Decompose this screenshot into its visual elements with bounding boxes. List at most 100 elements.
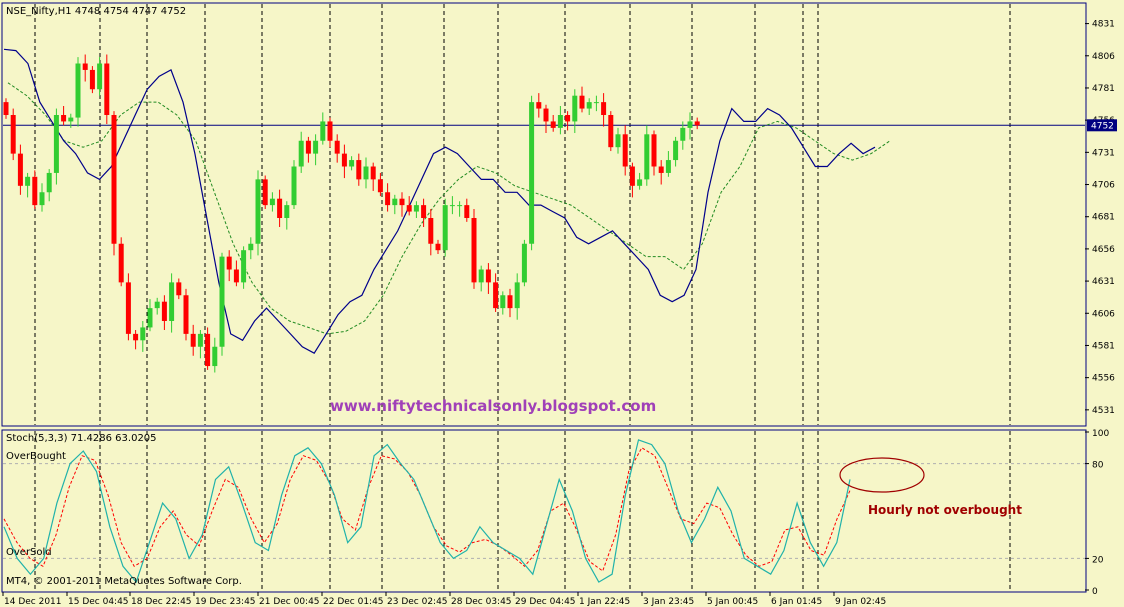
candle-body	[197, 333, 203, 347]
candle-body	[183, 295, 189, 334]
time-label: 9 Jan 02:45	[835, 597, 886, 607]
candle-body	[385, 192, 391, 206]
candle-body	[435, 243, 441, 251]
time-label: 18 Dec 22:45	[131, 597, 192, 607]
candle-body	[601, 102, 607, 115]
candle-body	[190, 333, 196, 347]
candle-body	[241, 250, 247, 283]
candle-body	[687, 121, 693, 128]
candle-body	[61, 115, 67, 122]
candle-body	[140, 327, 146, 341]
candle-body	[313, 140, 319, 154]
candle-body	[147, 308, 153, 328]
price-tick-label: 4731	[1092, 148, 1115, 158]
candle-body	[629, 166, 635, 186]
candle-body	[428, 218, 434, 244]
time-label: 28 Dec 03:45	[451, 597, 512, 607]
candle-body	[356, 160, 362, 180]
candle-body	[507, 295, 513, 309]
current-price-tag: 4752	[1087, 119, 1117, 132]
time-label: 29 Dec 04:45	[515, 597, 576, 607]
candle-body	[593, 102, 599, 104]
candle-body	[212, 346, 218, 367]
candle-body	[651, 134, 657, 167]
candle-body	[478, 269, 484, 283]
candle-body	[284, 205, 290, 218]
candle-body	[637, 179, 643, 186]
footer-copyright: MT4, © 2001-2011 MetaQuotes Software Cor…	[6, 576, 242, 587]
candle-body	[111, 115, 117, 244]
chart-canvas: NSE_Nifty,H1 4748 4754 4747 4752 4831 480…	[0, 0, 1124, 607]
candle-body	[680, 127, 686, 141]
candle-body	[75, 63, 81, 118]
candle-body	[471, 218, 477, 283]
candle-body	[586, 102, 592, 109]
candle-body	[219, 256, 225, 347]
candle-body	[377, 179, 383, 193]
candle-body	[457, 205, 463, 207]
price-tick-label: 4531	[1092, 406, 1115, 416]
candle-body	[449, 205, 455, 207]
annotation-text: Hourly not overbought	[868, 503, 1022, 517]
candle-body	[644, 134, 650, 180]
price-tick-label: 4706	[1092, 181, 1115, 191]
candle-body	[255, 179, 261, 244]
candle-body	[442, 205, 448, 251]
candle-body	[169, 282, 175, 321]
candle-body	[269, 198, 275, 206]
candle-body	[622, 134, 628, 167]
candle-body	[32, 176, 38, 206]
candle-body	[615, 134, 621, 148]
candle-body	[291, 166, 297, 206]
candle-body	[370, 166, 376, 180]
stochastic-tick-label: 80	[1092, 461, 1104, 471]
candle-body	[579, 95, 585, 109]
candle-body	[104, 63, 110, 115]
stochastic-tick-label: 100	[1092, 429, 1109, 439]
watermark: www.niftytechnicalsonly.blogspot.com	[330, 397, 656, 415]
stochastic-tick-label: 20	[1092, 555, 1104, 565]
candle-body	[176, 282, 182, 296]
candle-body	[233, 269, 239, 283]
candle-body	[514, 282, 520, 309]
candle-body	[550, 121, 556, 128]
candle-body	[673, 140, 679, 161]
candle-body	[125, 282, 131, 334]
time-label: 3 Jan 23:45	[643, 597, 694, 607]
candle-body	[413, 205, 419, 212]
price-chart-title: NSE_Nifty,H1 4748 4754 4747 4752	[6, 6, 186, 17]
time-label: 5 Jan 00:45	[707, 597, 758, 607]
candle-body	[529, 102, 535, 244]
candle-body	[97, 63, 103, 90]
candle-body	[399, 198, 405, 206]
candle-body	[10, 115, 16, 154]
candle-body	[406, 205, 412, 212]
time-label: 19 Dec 23:45	[195, 597, 256, 607]
candle-body	[327, 121, 333, 141]
candle-body	[17, 153, 23, 186]
candle-body	[421, 205, 427, 218]
candle-body	[557, 115, 563, 128]
candle-body	[694, 121, 700, 126]
candle-body	[205, 333, 211, 367]
price-tick-label: 4631	[1092, 277, 1115, 287]
candle-body	[305, 140, 311, 154]
time-label: 15 Dec 04:45	[68, 597, 129, 607]
candle-body	[608, 115, 614, 148]
stochastic-title: Stoch(5,3,3) 71.4286 63.0205	[6, 433, 157, 444]
overbought-label: OverBought	[6, 451, 66, 462]
candle-body	[82, 63, 88, 70]
current-price-value: 4752	[1091, 121, 1114, 131]
candle-body	[89, 69, 95, 90]
candle-body	[665, 160, 671, 173]
candle-body	[341, 153, 347, 167]
candle-body	[68, 117, 74, 122]
price-tick-label: 4831	[1092, 20, 1115, 30]
time-label: 1 Jan 22:45	[579, 597, 630, 607]
price-tick-label: 4606	[1092, 309, 1115, 319]
price-tick-label: 4581	[1092, 341, 1115, 351]
price-tick-label: 4806	[1092, 52, 1115, 62]
time-label: 6 Jan 01:45	[771, 597, 822, 607]
candle-body	[500, 295, 506, 309]
candle-body	[118, 243, 124, 283]
